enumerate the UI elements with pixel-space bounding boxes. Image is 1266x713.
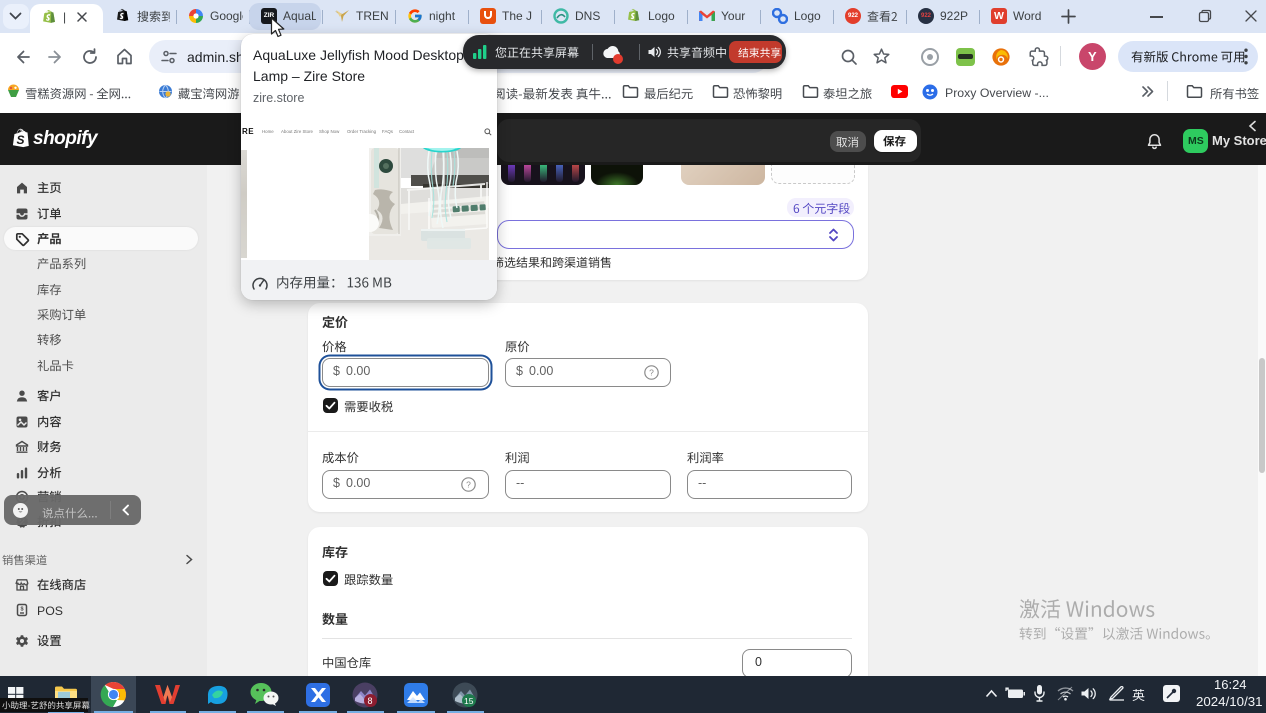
svg-text:?: ?: [466, 479, 471, 489]
svg-text:$: $: [20, 607, 23, 613]
svg-text:?: ?: [649, 367, 654, 377]
